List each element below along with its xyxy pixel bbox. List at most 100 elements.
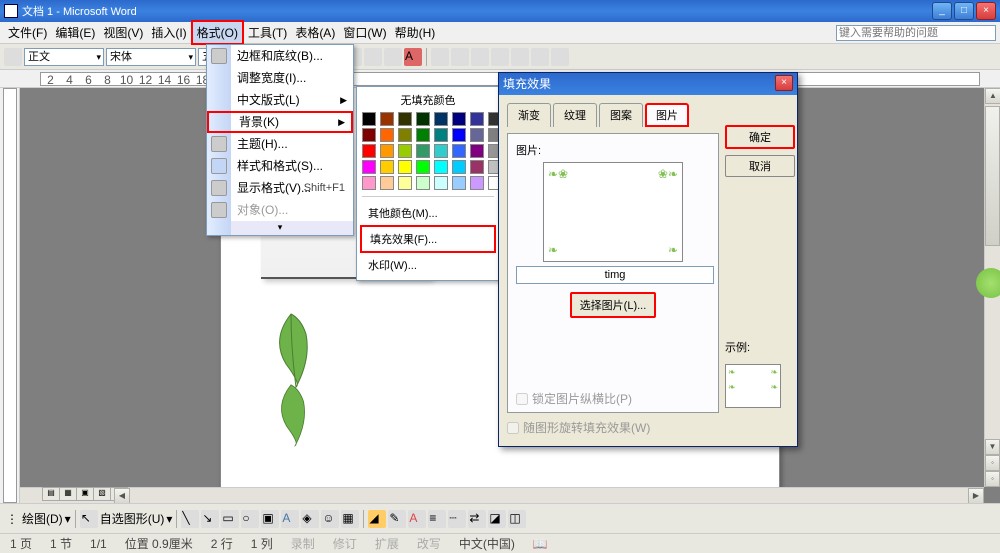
scroll-left-button[interactable]: ◀ (114, 488, 130, 503)
color-swatch[interactable] (398, 160, 412, 174)
highlight-button[interactable] (551, 48, 569, 66)
color-swatch[interactable] (470, 176, 484, 190)
menu-styles-formatting[interactable]: 样式和格式(S)... (207, 155, 353, 177)
menu-help[interactable]: 帮助(H) (391, 22, 440, 43)
menu-adjust-width[interactable]: 调整宽度(I)... (207, 67, 353, 89)
color-swatch[interactable] (452, 176, 466, 190)
bullets-button[interactable] (471, 48, 489, 66)
color-swatch[interactable] (452, 128, 466, 142)
increase-indent-button[interactable] (511, 48, 529, 66)
font-color-button[interactable]: A (404, 48, 422, 66)
color-swatch[interactable] (434, 176, 448, 190)
color-swatch[interactable] (380, 160, 394, 174)
rectangle-button[interactable]: ▭ (221, 510, 239, 528)
oval-button[interactable]: ○ (241, 510, 259, 528)
fill-effects-button[interactable]: 填充效果(F)... (360, 225, 496, 253)
tab-texture[interactable]: 纹理 (553, 103, 597, 127)
dash-style-button[interactable]: ┈ (448, 510, 466, 528)
menu-view[interactable]: 视图(V) (99, 22, 147, 43)
autoshapes-menu[interactable]: 自选图形(U) (100, 510, 165, 527)
align-justify-button[interactable] (384, 48, 402, 66)
picture-button[interactable]: ▦ (341, 510, 359, 528)
maximize-button[interactable]: □ (954, 2, 974, 20)
color-swatch[interactable] (452, 160, 466, 174)
more-colors-button[interactable]: 其他颜色(M)... (360, 201, 496, 225)
color-swatch[interactable] (380, 128, 394, 142)
watermark-button[interactable]: 水印(W)... (360, 253, 496, 277)
align-right-button[interactable] (364, 48, 382, 66)
color-swatch[interactable] (380, 112, 394, 126)
tab-gradient[interactable]: 渐变 (507, 103, 551, 127)
color-swatch[interactable] (398, 128, 412, 142)
color-swatch[interactable] (398, 144, 412, 158)
side-bubble-icon[interactable] (976, 268, 1000, 298)
menu-table[interactable]: 表格(A) (291, 22, 339, 43)
ok-button[interactable]: 确定 (725, 125, 795, 149)
select-picture-button[interactable]: 选择图片(L)... (570, 292, 657, 318)
menu-tools[interactable]: 工具(T) (244, 22, 291, 43)
menu-background[interactable]: 背景(K)▶ (207, 111, 353, 133)
web-view-button[interactable]: ▦ (59, 487, 77, 501)
scroll-up-button[interactable]: ▲ (985, 88, 1000, 104)
3d-button[interactable]: ◫ (508, 510, 526, 528)
status-overwrite[interactable]: 改写 (413, 535, 445, 552)
color-swatch[interactable] (470, 128, 484, 142)
menu-insert[interactable]: 插入(I) (147, 22, 190, 43)
color-swatch[interactable] (434, 160, 448, 174)
borders-button[interactable] (531, 48, 549, 66)
line-color-button[interactable]: ✎ (388, 510, 406, 528)
color-swatch[interactable] (416, 176, 430, 190)
outline-view-button[interactable]: ▧ (93, 487, 111, 501)
color-swatch[interactable] (470, 160, 484, 174)
color-swatch[interactable] (452, 112, 466, 126)
status-extend[interactable]: 扩展 (371, 535, 403, 552)
color-swatch[interactable] (434, 128, 448, 142)
clipart-button[interactable]: ☺ (321, 510, 339, 528)
line-spacing-button[interactable] (431, 48, 449, 66)
close-button[interactable]: × (976, 2, 996, 20)
scroll-thumb[interactable] (985, 106, 1000, 246)
arrow-style-button[interactable]: ⇄ (468, 510, 486, 528)
color-swatch[interactable] (470, 112, 484, 126)
color-swatch[interactable] (398, 112, 412, 126)
next-page-button[interactable]: ◦ (985, 471, 1000, 487)
scroll-right-button[interactable]: ▶ (968, 488, 984, 503)
prev-page-button[interactable]: ◦ (985, 455, 1000, 471)
shadow-button[interactable]: ◪ (488, 510, 506, 528)
decrease-indent-button[interactable] (491, 48, 509, 66)
menu-chinese-layout[interactable]: 中文版式(L)▶ (207, 89, 353, 111)
font-color-button-2[interactable]: A (408, 510, 426, 528)
color-swatch[interactable] (416, 144, 430, 158)
color-swatch[interactable] (452, 144, 466, 158)
horizontal-scrollbar[interactable]: ▤ ▦ ▣ ▧ ▨ ◀ ▶ (20, 487, 984, 503)
line-style-button[interactable]: ≡ (428, 510, 446, 528)
color-swatch[interactable] (416, 160, 430, 174)
numbering-button[interactable] (451, 48, 469, 66)
color-swatch[interactable] (380, 176, 394, 190)
color-swatch[interactable] (398, 176, 412, 190)
wordart-button[interactable]: A (281, 510, 299, 528)
tab-pattern[interactable]: 图案 (599, 103, 643, 127)
diagram-button[interactable]: ◈ (301, 510, 319, 528)
cancel-button[interactable]: 取消 (725, 155, 795, 177)
scroll-down-button[interactable]: ▼ (985, 439, 1000, 455)
menu-borders-shading[interactable]: 边框和底纹(B)... (207, 45, 353, 67)
arrow-button[interactable]: ↘ (201, 510, 219, 528)
color-swatch[interactable] (434, 144, 448, 158)
status-language[interactable]: 中文(中国) (455, 535, 519, 552)
menu-edit[interactable]: 编辑(E) (51, 22, 99, 43)
style-pane-icon[interactable] (4, 48, 22, 66)
color-swatch[interactable] (362, 160, 376, 174)
help-search-input[interactable] (836, 25, 996, 41)
tab-picture[interactable]: 图片 (645, 103, 689, 127)
status-track[interactable]: 修订 (329, 535, 361, 552)
color-swatch[interactable] (470, 144, 484, 158)
color-swatch[interactable] (362, 128, 376, 142)
color-swatch[interactable] (362, 112, 376, 126)
status-record[interactable]: 录制 (287, 535, 319, 552)
textbox-button[interactable]: ▣ (261, 510, 279, 528)
draw-menu[interactable]: 绘图(D) (22, 510, 63, 527)
color-swatch[interactable] (416, 112, 430, 126)
menu-theme[interactable]: 主题(H)... (207, 133, 353, 155)
color-swatch[interactable] (416, 128, 430, 142)
